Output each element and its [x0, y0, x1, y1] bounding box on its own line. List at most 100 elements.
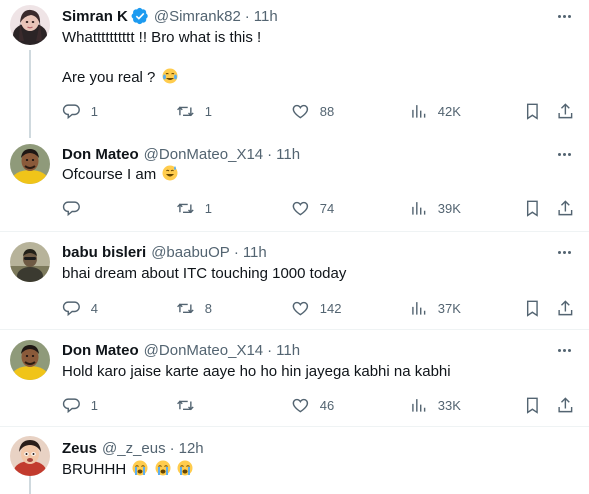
separator-dot: ·: [233, 243, 239, 261]
separator-dot: ·: [267, 341, 273, 359]
retweet-button[interactable]: [176, 395, 205, 415]
bookmark-button[interactable]: [523, 198, 542, 218]
like-count: 46: [319, 397, 335, 413]
like-button[interactable]: 46: [291, 395, 334, 415]
bookmark-button[interactable]: [523, 395, 542, 415]
views-icon: [412, 201, 426, 215]
share-icon: [558, 396, 573, 412]
bookmark-icon: [526, 200, 538, 217]
bookmark-button[interactable]: [523, 101, 542, 121]
tweet-actions: 4 8 142 37K: [62, 298, 582, 318]
views-icon: [412, 104, 426, 118]
views-button[interactable]: 33K: [409, 395, 461, 415]
reply-button[interactable]: 4: [62, 298, 98, 318]
verified-badge-icon: [131, 7, 149, 25]
tweet-text: Hold karo jaise karte aaye ho ho hin jay…: [62, 363, 451, 380]
reply-button[interactable]: [62, 198, 91, 218]
heart-icon: [292, 301, 309, 316]
reply-icon: [62, 201, 80, 216]
timestamp[interactable]: 11h: [243, 244, 267, 261]
avatar[interactable]: [10, 436, 50, 476]
retweet-icon: [177, 106, 194, 116]
views-count: 33K: [437, 397, 461, 413]
tweet-don-mateo[interactable]: Don Mateo @DonMateo_X14 · 11h Ofcourse I…: [0, 138, 589, 231]
tweet-text: bhai dream about ITC touching 1000 today: [62, 265, 347, 282]
share-icon: [558, 102, 573, 118]
more-options-icon[interactable]: [553, 6, 575, 26]
heart-icon: [292, 398, 309, 413]
retweet-icon: [177, 303, 194, 313]
tweet-text-line: Ofcourse I am: [62, 165, 178, 185]
handle[interactable]: @Simrank82: [154, 8, 241, 25]
share-icon: [558, 199, 573, 215]
separator-dot: ·: [267, 145, 273, 163]
views-icon: [412, 398, 426, 412]
heart-icon: [292, 201, 309, 216]
retweet-count: 1: [204, 103, 212, 119]
reply-icon: [62, 301, 80, 316]
more-options-icon[interactable]: [553, 144, 575, 164]
reply-icon: [62, 104, 80, 119]
timestamp[interactable]: 11h: [276, 342, 300, 359]
share-button[interactable]: [556, 298, 575, 318]
retweet-button[interactable]: 8: [176, 298, 212, 318]
share-button[interactable]: [556, 395, 575, 415]
tweet-simran[interactable]: Simran K @Simrank82 · 11h Whatttttttttt …: [0, 0, 589, 138]
like-button[interactable]: 142: [291, 298, 341, 318]
reply-count: 4: [90, 300, 98, 316]
tweet-actions: 1 1 88 42K: [62, 101, 582, 121]
share-button[interactable]: [556, 198, 575, 218]
display-name[interactable]: Simran K: [62, 8, 128, 25]
handle[interactable]: @DonMateo_X14: [144, 342, 263, 359]
tweet-text: Ofcourse I am: [62, 166, 157, 183]
retweet-icon: [177, 400, 194, 410]
more-options-icon[interactable]: [553, 242, 575, 262]
share-button[interactable]: [556, 101, 575, 121]
views-button[interactable]: 39K: [409, 198, 461, 218]
avatar[interactable]: [10, 5, 50, 45]
avatar[interactable]: [10, 340, 50, 380]
tweet-text-line: BRUHHH: [62, 460, 193, 480]
handle[interactable]: @baabuOP: [151, 244, 230, 261]
tweet-header: Don Mateo @DonMateo_X14 · 11h: [62, 340, 300, 360]
display-name[interactable]: Zeus: [62, 440, 97, 457]
reply-button[interactable]: 1: [62, 101, 98, 121]
bookmark-icon: [526, 397, 538, 414]
like-button[interactable]: 74: [291, 198, 334, 218]
views-icon: [412, 301, 426, 315]
views-count: 37K: [437, 300, 461, 316]
display-name[interactable]: Don Mateo: [62, 342, 139, 359]
tweet-actions: 1 46 33K: [62, 395, 582, 415]
like-count: 88: [319, 103, 335, 119]
handle[interactable]: @DonMateo_X14: [144, 146, 263, 163]
retweet-icon: [177, 203, 194, 213]
avatar[interactable]: [10, 242, 50, 282]
timestamp[interactable]: 11h: [254, 8, 278, 25]
timestamp[interactable]: 12h: [179, 440, 204, 457]
timestamp[interactable]: 11h: [276, 146, 300, 163]
tweet-header: babu bisleri @baabuOP · 11h: [62, 242, 267, 262]
bookmark-button[interactable]: [523, 298, 542, 318]
bookmark-icon: [526, 103, 538, 120]
retweet-button[interactable]: 1: [176, 198, 212, 218]
like-button[interactable]: 88: [291, 101, 334, 121]
tweet-babu-bisleri[interactable]: babu bisleri @baabuOP · 11h bhai dream a…: [0, 232, 589, 329]
tweet-don-mateo-2[interactable]: Don Mateo @DonMateo_X14 · 11h Hold karo …: [0, 330, 589, 426]
views-button[interactable]: 37K: [409, 298, 461, 318]
heart-icon: [292, 104, 309, 119]
display-name[interactable]: babu bisleri: [62, 244, 146, 261]
reply-button[interactable]: 1: [62, 395, 98, 415]
tweet-text: BRUHHH: [62, 461, 127, 478]
share-icon: [558, 299, 573, 315]
reply-count: 1: [90, 103, 98, 119]
tweet-text-line: Are you real ?: [62, 68, 178, 88]
handle[interactable]: @_z_eus: [102, 440, 166, 457]
sweat-smile-emoji-icon: [162, 165, 178, 181]
avatar[interactable]: [10, 144, 50, 184]
more-options-icon[interactable]: [553, 340, 575, 360]
views-button[interactable]: 42K: [409, 101, 461, 121]
tweet-zeus[interactable]: Zeus @_z_eus · 12h BRUHHH: [0, 427, 589, 494]
display-name[interactable]: Don Mateo: [62, 146, 139, 163]
tweet-header: Simran K @Simrank82 · 11h: [62, 6, 278, 26]
retweet-button[interactable]: 1: [176, 101, 212, 121]
